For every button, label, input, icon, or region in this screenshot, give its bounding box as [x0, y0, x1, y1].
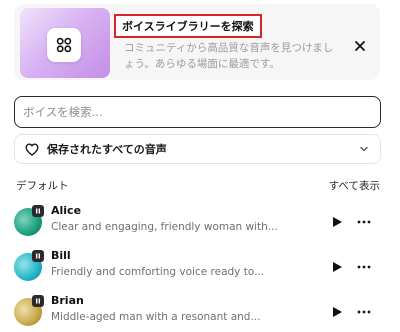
banner-title: ボイスライブラリーを探索 [114, 14, 262, 38]
banner-artwork [20, 8, 110, 78]
heart-icon [25, 143, 39, 156]
voice-list-item[interactable]: Brian Middle-aged man with a resonant an… [14, 294, 380, 332]
pause-icon [32, 295, 44, 307]
more-options-icon[interactable] [356, 264, 372, 270]
banner-description: コミュニティから高品質な音声を見つけましょう。あらゆる場面に最適です。 [124, 42, 334, 70]
voice-description: Middle-aged man with a resonant and... [51, 311, 261, 323]
voice-description: Friendly and comforting voice ready to..… [51, 266, 265, 278]
play-icon[interactable] [330, 260, 344, 274]
chevron-down-icon [360, 146, 368, 152]
voice-search-box[interactable] [14, 96, 381, 128]
more-options-icon[interactable] [356, 309, 372, 315]
voice-description: Clear and engaging, friendly woman with.… [51, 221, 278, 233]
dropdown-label: 保存されたすべての音声 [47, 143, 167, 156]
pause-icon [32, 250, 44, 262]
voice-list-item[interactable]: Alice Clear and engaging, friendly woman… [14, 204, 380, 242]
voice-library-banner[interactable]: ボイスライブラリーを探索 コミュニティから高品質な音声を見つけましょう。あらゆる… [14, 4, 380, 80]
voice-search-input[interactable] [23, 105, 372, 119]
close-icon[interactable] [350, 36, 370, 56]
play-icon[interactable] [330, 305, 344, 319]
avatar [14, 250, 44, 281]
grid-four-circles-icon [47, 28, 81, 62]
avatar [14, 205, 44, 236]
voice-list-item[interactable]: Bill Friendly and comforting voice ready… [14, 249, 380, 287]
voice-name: Alice [51, 204, 82, 217]
show-all-link[interactable]: すべて表示 [329, 178, 380, 193]
play-icon[interactable] [330, 215, 344, 229]
voice-name: Bill [51, 249, 71, 262]
pause-icon [32, 205, 44, 217]
voice-name: Brian [51, 294, 84, 307]
section-title: デフォルト [16, 180, 69, 192]
avatar [14, 295, 44, 326]
saved-voices-dropdown[interactable]: 保存されたすべての音声 [14, 134, 381, 164]
more-options-icon[interactable] [356, 219, 372, 225]
